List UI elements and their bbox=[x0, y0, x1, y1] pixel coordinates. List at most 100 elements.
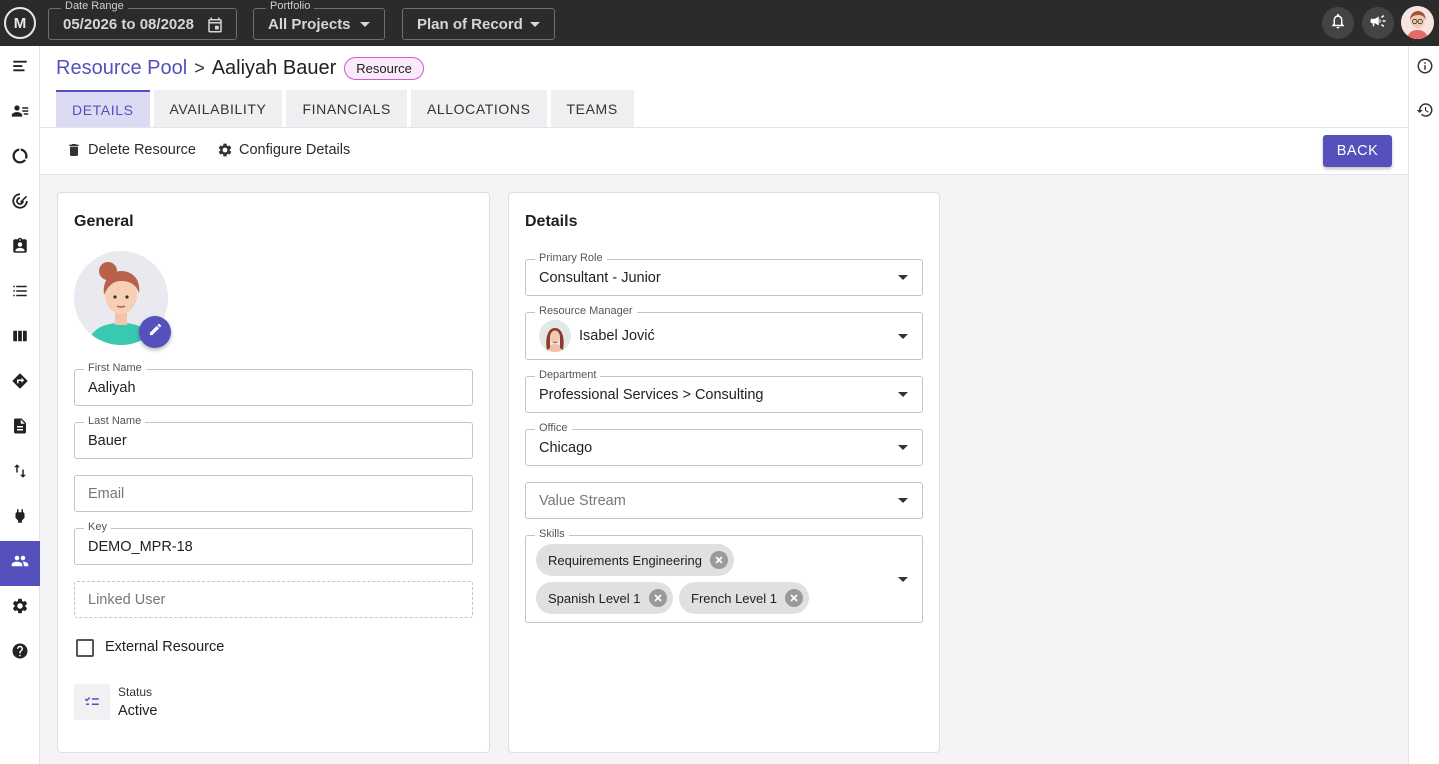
tab-bar: DETAILS AVAILABILITY FINANCIALS ALLOCATI… bbox=[56, 90, 638, 127]
chip-remove-icon[interactable] bbox=[648, 589, 667, 607]
document-icon bbox=[11, 417, 29, 440]
breadcrumb-resource-pool[interactable]: Resource Pool bbox=[56, 57, 187, 80]
edit-avatar-button[interactable] bbox=[139, 316, 171, 348]
pencil-icon bbox=[148, 322, 163, 342]
sidebar-item-contact-badge[interactable] bbox=[0, 226, 40, 271]
portfolio-label: Portfolio bbox=[266, 0, 315, 12]
group-icon bbox=[11, 552, 29, 575]
back-button[interactable]: BACK bbox=[1323, 135, 1392, 167]
columns-icon bbox=[11, 327, 29, 350]
sidebar-item-swap[interactable] bbox=[0, 451, 40, 496]
user-avatar[interactable] bbox=[1401, 6, 1434, 39]
skill-chip[interactable]: Spanish Level 1 bbox=[536, 582, 673, 614]
trash-icon bbox=[69, 144, 79, 156]
chevron-down-icon bbox=[898, 498, 908, 503]
tab-financials[interactable]: FINANCIALS bbox=[286, 90, 407, 127]
delete-resource-label: Delete Resource bbox=[88, 142, 196, 158]
primary-role-value: Consultant - Junior bbox=[539, 269, 661, 286]
date-range-picker[interactable]: Date Range 05/2026 to 08/2028 bbox=[48, 0, 237, 40]
linked-user-placeholder: Linked User bbox=[88, 591, 166, 608]
plan-select[interactable]: Plan of Record bbox=[402, 8, 555, 40]
sidebar-item-people-list[interactable] bbox=[0, 91, 40, 136]
portfolio-value: All Projects bbox=[268, 15, 351, 33]
help-icon bbox=[11, 642, 29, 665]
list-icon bbox=[11, 282, 29, 305]
manager-avatar bbox=[539, 320, 571, 352]
portfolio-select[interactable]: Portfolio All Projects bbox=[253, 0, 385, 40]
sidebar-item-roadmap[interactable] bbox=[0, 361, 40, 406]
chevron-down-icon bbox=[530, 22, 540, 27]
skills-select[interactable]: Skills Requirements Engineering Spanish … bbox=[525, 528, 923, 623]
skill-chip-label: Spanish Level 1 bbox=[548, 590, 641, 606]
sidebar-item-list[interactable] bbox=[0, 271, 40, 316]
plug-icon bbox=[11, 507, 29, 530]
skill-chip[interactable]: French Level 1 bbox=[679, 582, 809, 614]
department-select[interactable]: Department Professional Services > Consu… bbox=[525, 369, 923, 413]
details-title: Details bbox=[525, 213, 578, 230]
status-value: Active bbox=[118, 703, 158, 719]
chevron-down-icon bbox=[898, 445, 908, 450]
breadcrumb: Resource Pool > Aaliyah Bauer Resource bbox=[56, 57, 424, 80]
status-icon bbox=[74, 684, 110, 720]
first-name-field[interactable]: First Name Aaliyah bbox=[74, 362, 473, 406]
history-button[interactable] bbox=[1415, 102, 1435, 122]
email-field[interactable]: Email bbox=[74, 475, 473, 512]
breadcrumb-separator: > bbox=[194, 58, 205, 78]
external-resource-checkbox[interactable] bbox=[76, 639, 94, 657]
page-header: Resource Pool > Aaliyah Bauer Resource D… bbox=[40, 46, 1408, 175]
chevron-down-icon bbox=[898, 392, 908, 397]
skill-chip-label: French Level 1 bbox=[691, 590, 777, 606]
sidebar-item-columns[interactable] bbox=[0, 316, 40, 361]
tab-divider bbox=[40, 127, 1408, 128]
left-sidebar bbox=[0, 46, 40, 764]
skill-chip[interactable]: Requirements Engineering bbox=[536, 544, 734, 576]
value-stream-placeholder: Value Stream bbox=[539, 492, 626, 509]
delete-resource-button[interactable]: Delete Resource bbox=[66, 142, 196, 158]
office-label: Office bbox=[535, 422, 572, 434]
chip-remove-icon[interactable] bbox=[709, 551, 728, 569]
app-logo[interactable]: M bbox=[4, 7, 36, 39]
people-list-icon bbox=[11, 102, 29, 125]
chip-remove-icon[interactable] bbox=[785, 589, 803, 607]
configure-details-button[interactable]: Configure Details bbox=[217, 142, 350, 158]
swap-icon bbox=[11, 462, 29, 485]
tab-availability[interactable]: AVAILABILITY bbox=[153, 90, 283, 127]
key-label: Key bbox=[84, 521, 111, 533]
sidebar-item-help[interactable] bbox=[0, 631, 40, 676]
resource-manager-value: Isabel Jović bbox=[579, 328, 655, 344]
sidebar-item-target[interactable] bbox=[0, 181, 40, 226]
resource-type-badge: Resource bbox=[344, 57, 424, 80]
details-card: Details Primary Role Consultant - Junior… bbox=[508, 192, 940, 753]
department-value: Professional Services > Consulting bbox=[539, 386, 764, 403]
history-icon bbox=[1416, 101, 1434, 124]
announcements-button[interactable] bbox=[1362, 7, 1394, 39]
value-stream-select[interactable]: Value Stream bbox=[525, 482, 923, 519]
key-value: DEMO_MPR-18 bbox=[88, 538, 193, 555]
primary-role-select[interactable]: Primary Role Consultant - Junior bbox=[525, 252, 923, 296]
contact-badge-icon bbox=[11, 237, 29, 260]
last-name-label: Last Name bbox=[84, 415, 146, 427]
department-label: Department bbox=[535, 369, 601, 381]
sidebar-item-menu[interactable] bbox=[0, 46, 40, 91]
tab-details[interactable]: DETAILS bbox=[56, 90, 150, 127]
bell-icon bbox=[1329, 12, 1347, 35]
sidebar-item-plug[interactable] bbox=[0, 496, 40, 541]
gear-icon bbox=[218, 143, 232, 157]
target-icon bbox=[11, 192, 29, 215]
chevron-down-icon bbox=[360, 22, 370, 27]
tab-allocations[interactable]: ALLOCATIONS bbox=[410, 90, 547, 127]
office-select[interactable]: Office Chicago bbox=[525, 422, 923, 466]
key-field[interactable]: Key DEMO_MPR-18 bbox=[74, 521, 473, 565]
sidebar-item-settings[interactable] bbox=[0, 586, 40, 631]
notifications-button[interactable] bbox=[1322, 7, 1354, 39]
info-button[interactable] bbox=[1415, 58, 1435, 78]
sidebar-item-resources[interactable] bbox=[0, 541, 40, 586]
donut-chart-icon bbox=[11, 147, 29, 170]
last-name-field[interactable]: Last Name Bauer bbox=[74, 415, 473, 459]
status-label: Status bbox=[118, 685, 153, 699]
resource-manager-select[interactable]: Resource Manager Isabel Jović bbox=[525, 305, 923, 360]
linked-user-field[interactable]: Linked User bbox=[74, 581, 473, 618]
tab-teams[interactable]: TEAMS bbox=[550, 90, 634, 127]
sidebar-item-donut-chart[interactable] bbox=[0, 136, 40, 181]
sidebar-item-document[interactable] bbox=[0, 406, 40, 451]
